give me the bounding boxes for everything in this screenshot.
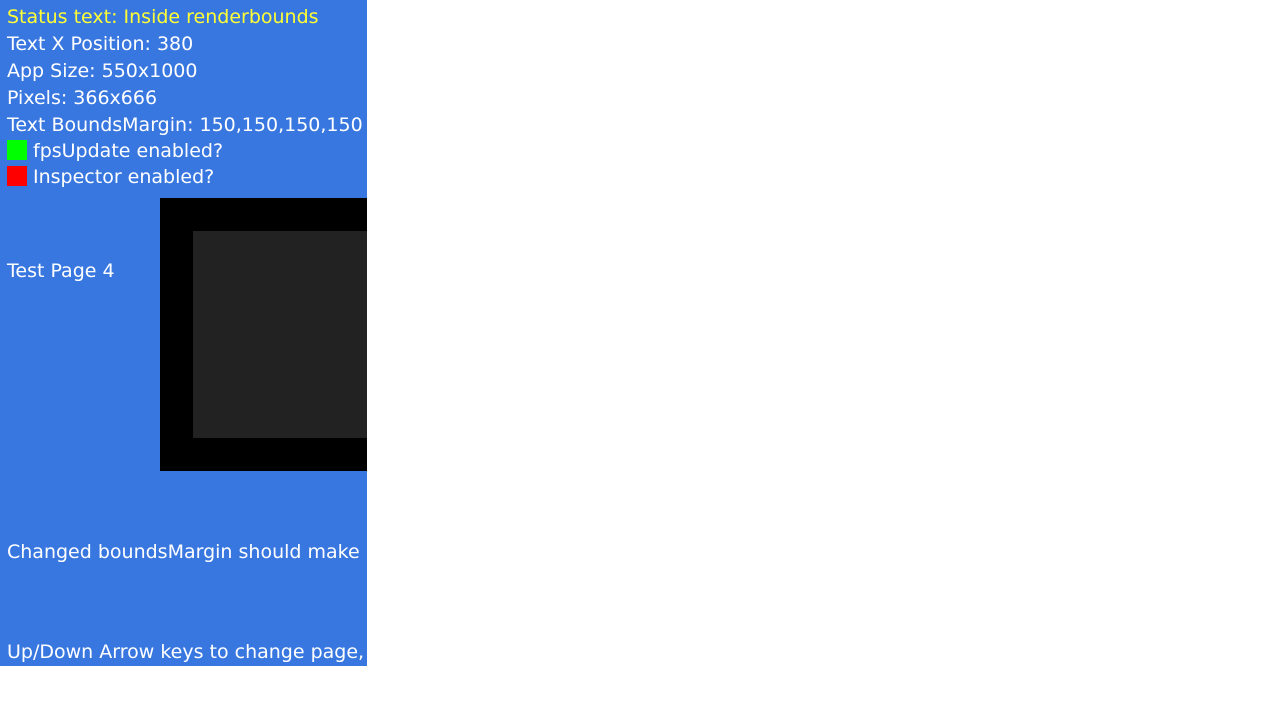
- inspector-toggle: Inspector enabled?: [7, 165, 214, 189]
- text-x-position: Text X Position: 380: [7, 33, 194, 55]
- app-size: App Size: 550x1000: [7, 60, 198, 82]
- page-title: Test Page 4: [7, 260, 115, 282]
- inspector-status-indicator: [7, 166, 27, 186]
- status-text: Status text: Inside renderbounds: [7, 6, 319, 28]
- test-outer-box: [160, 198, 367, 471]
- changed-bounds-note: Changed boundsMargin should make re: [7, 541, 367, 563]
- test-inner-box: [193, 231, 367, 438]
- fps-update-label: fpsUpdate enabled?: [33, 140, 224, 162]
- pixels-readout: Pixels: 366x666: [7, 87, 158, 109]
- fps-status-indicator: [7, 140, 27, 160]
- inspector-label: Inspector enabled?: [33, 166, 215, 188]
- app-viewport: Status text: Inside renderbounds Text X …: [0, 0, 367, 666]
- navigation-hint: Up/Down Arrow keys to change page, er: [7, 641, 367, 663]
- text-bounds-margin: Text BoundsMargin: 150,150,150,150: [7, 114, 363, 136]
- fps-update-toggle: fpsUpdate enabled?: [7, 139, 223, 163]
